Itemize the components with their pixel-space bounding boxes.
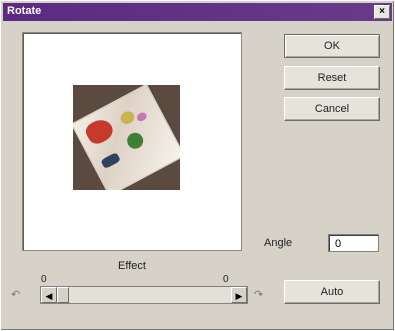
photo-detail <box>135 110 149 123</box>
angle-label: Angle <box>264 237 293 249</box>
effect-min-tick: 0 <box>41 274 47 285</box>
image-preview <box>22 32 242 251</box>
photo-detail <box>124 129 146 152</box>
rotate-left-icon[interactable]: ↶ <box>11 288 20 301</box>
rotate-right-icon[interactable]: ↷ <box>254 288 263 301</box>
scroll-right-icon[interactable]: ▶ <box>231 287 247 303</box>
close-icon[interactable]: × <box>374 5 390 19</box>
window-title: Rotate <box>7 5 42 17</box>
ok-button[interactable]: OK <box>284 34 380 58</box>
preview-image <box>73 85 180 190</box>
photo-detail <box>100 151 121 170</box>
auto-button[interactable]: Auto <box>284 280 380 304</box>
effect-slider[interactable]: ◀ ▶ <box>40 286 248 304</box>
cancel-button[interactable]: Cancel <box>284 97 380 121</box>
effect-max-tick: 0 <box>223 274 229 285</box>
slider-thumb[interactable] <box>57 287 69 303</box>
reset-button[interactable]: Reset <box>284 66 380 90</box>
photo-detail <box>118 109 137 127</box>
rotated-photo <box>73 85 180 190</box>
photo-detail <box>82 115 117 148</box>
effect-label: Effect <box>118 260 146 272</box>
title-bar: Rotate × <box>3 3 392 21</box>
rotate-dialog: Rotate × OK Reset Cancel Angle 0 Effect … <box>0 0 395 331</box>
scroll-left-icon[interactable]: ◀ <box>41 287 57 303</box>
angle-input[interactable]: 0 <box>328 234 379 252</box>
